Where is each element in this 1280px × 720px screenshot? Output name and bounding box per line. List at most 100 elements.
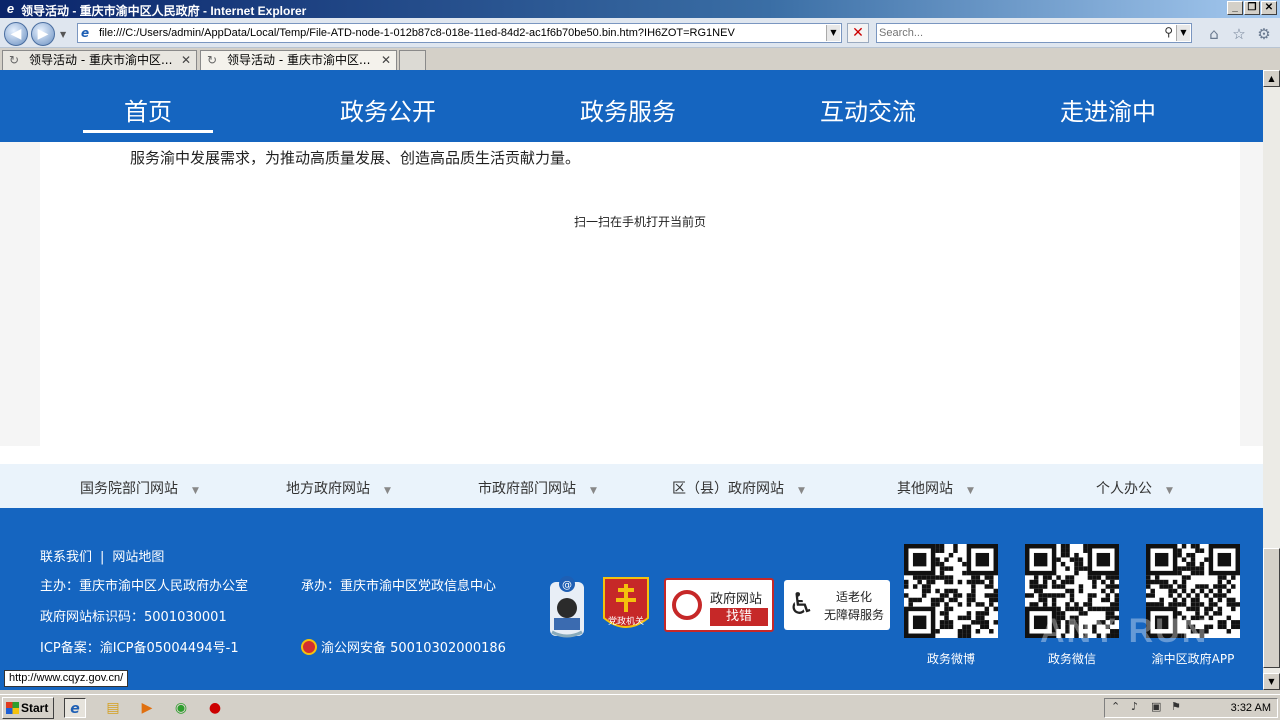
search-icon[interactable]: ⚲ [1164, 25, 1173, 39]
qr-label-wechat[interactable]: 政务微信 [1025, 650, 1119, 667]
tab-1[interactable]: ↻ 领导活动 - 重庆市渝中区... ✕ [2, 50, 197, 70]
network-icon[interactable]: ▣ [1151, 700, 1161, 713]
stop-button[interactable]: ✕ [847, 23, 869, 43]
gov-site-error-report[interactable]: 政府网站 找错 [664, 578, 774, 632]
tray-expand-icon[interactable]: ⌃ [1111, 700, 1120, 713]
links-personal-office[interactable]: 个人办公 ▼ [1096, 478, 1173, 498]
clock[interactable]: 3:32 AM [1231, 702, 1271, 714]
loading-icon: ↻ [9, 53, 20, 67]
home-icon[interactable]: ⌂ [1205, 25, 1223, 43]
address-url[interactable]: file:///C:/Users/admin/AppData/Local/Tem… [99, 27, 735, 39]
cyber-police-icon[interactable]: @ [546, 574, 588, 640]
caret-down-icon: ▼ [590, 486, 597, 496]
page-viewport: 首页 政务公开 政务服务 互动交流 走进渝中 服务渝中发展需求，为推动高质量发展… [0, 70, 1263, 690]
caret-down-icon: ▼ [798, 486, 805, 496]
footer-separator: | [100, 550, 105, 565]
page-scrollbar[interactable]: ▲ ▼ [1263, 70, 1280, 690]
nav-gov-affairs-open[interactable]: 政务公开 [340, 92, 436, 127]
taskbar: Start e ▤ ▶ ◉ ● ⌃ ♪ ▣ ⚑ 3:32 AM [0, 694, 1280, 720]
accessibility-sub: 无障碍服务 [824, 608, 885, 622]
link-label: 市政府部门网站 [478, 481, 576, 497]
links-district-gov[interactable]: 区（县）政府网站 ▼ [672, 478, 805, 498]
caret-down-icon: ▼ [1166, 486, 1173, 496]
qr-label-app[interactable]: 渝中区政府APP [1146, 650, 1240, 667]
nav-about-yuzhong[interactable]: 走进渝中 [1060, 92, 1156, 127]
caret-down-icon: ▼ [192, 486, 199, 496]
article-paragraph: 服务渝中发展需求，为推动高质量发展、创造高品质生活贡献力量。 [130, 149, 581, 167]
favorites-star-icon[interactable]: ☆ [1230, 25, 1248, 43]
party-gov-label: 党政机关 [607, 617, 644, 627]
site-nav: 首页 政务公开 政务服务 互动交流 走进渝中 [0, 70, 1263, 142]
taskbar-ie-icon[interactable]: e [64, 698, 86, 718]
accessibility-service[interactable]: ♿ 适老化 无障碍服务 [784, 580, 890, 630]
footer-icp[interactable]: ICP备案：渝ICP备05004494号-1 [40, 637, 239, 656]
error-report-title: 政府网站 [710, 592, 763, 607]
footer-organizer: 承办：重庆市渝中区党政信息中心 [301, 579, 497, 594]
svg-text:@: @ [562, 580, 572, 591]
tab-label: 领导活动 - 重庆市渝中区... [29, 53, 173, 67]
close-window-button[interactable]: ✕ [1261, 1, 1277, 15]
caret-down-icon: ▼ [384, 486, 391, 496]
footer-site-id: 政府网站标识码：5001030001 [40, 610, 227, 625]
footer-quick-links: 联系我们 | 网站地图 [40, 546, 164, 565]
taskbar-chrome-icon[interactable]: ◉ [170, 698, 192, 718]
caret-down-icon: ▼ [967, 486, 974, 496]
back-button[interactable]: ◀ [4, 22, 28, 46]
nav-interaction[interactable]: 互动交流 [820, 92, 916, 127]
article-content: 服务渝中发展需求，为推动高质量发展、创造高品质生活贡献力量。 扫一扫在手机打开当… [40, 142, 1240, 446]
action-center-flag-icon[interactable]: ⚑ [1171, 700, 1181, 713]
minimize-button[interactable]: _ [1227, 1, 1243, 15]
search-dropdown-icon[interactable]: ▼ [1176, 25, 1190, 41]
anyrun-watermark: ANY RUN [1040, 612, 1209, 650]
nav-active-indicator [83, 130, 213, 133]
page-icon: e [81, 26, 90, 40]
tab-close-icon[interactable]: ✕ [181, 51, 191, 69]
scroll-up-icon[interactable]: ▲ [1263, 70, 1280, 87]
contact-us-link[interactable]: 联系我们 [40, 550, 92, 565]
search-input[interactable] [879, 26, 1149, 40]
footer-police-record[interactable]: 渝公网安备 50010302000186 [301, 637, 506, 656]
taskbar-explorer-icon[interactable]: ▤ [102, 698, 124, 718]
links-municipal-depts[interactable]: 市政府部门网站 ▼ [478, 478, 597, 498]
windows-flag-icon [6, 702, 19, 714]
site-footer: 联系我们 | 网站地图 主办：重庆市渝中区人民政府办公室 承办：重庆市渝中区党政信息… [0, 508, 1263, 690]
volume-icon[interactable]: ♪ [1131, 700, 1138, 713]
scroll-down-icon[interactable]: ▼ [1263, 673, 1280, 690]
search-box[interactable]: ⚲ ▼ [876, 23, 1192, 43]
link-label: 个人办公 [1096, 481, 1152, 497]
tab-2[interactable]: ↻ 领导活动 - 重庆市渝中区... ✕ [200, 50, 397, 70]
nav-gov-services[interactable]: 政务服务 [580, 92, 676, 127]
link-label: 区（县）政府网站 [672, 481, 784, 497]
link-label: 国务院部门网站 [80, 481, 178, 497]
address-bar[interactable]: e file:///C:/Users/admin/AppData/Local/T… [77, 23, 842, 43]
restore-button[interactable]: ❐ [1244, 1, 1260, 15]
tools-gear-icon[interactable]: ⚙ [1255, 25, 1273, 43]
accessibility-title: 适老化 [836, 590, 873, 604]
taskbar-antivirus-icon[interactable]: ● [204, 698, 226, 718]
sitemap-link[interactable]: 网站地图 [112, 550, 164, 565]
nav-home[interactable]: 首页 [124, 92, 172, 127]
party-gov-badge[interactable]: 党政机关 [600, 574, 652, 636]
history-dropdown-icon[interactable]: ▼ [60, 30, 70, 40]
tab-label: 领导活动 - 重庆市渝中区... [227, 53, 371, 67]
wheelchair-icon: ♿ [788, 587, 815, 622]
tab-strip: ↻ 领导活动 - 重庆市渝中区... ✕ ↻ 领导活动 - 重庆市渝中区... … [0, 48, 1280, 70]
address-dropdown-icon[interactable]: ▼ [826, 25, 840, 41]
qr-label-weibo[interactable]: 政务微博 [904, 650, 998, 667]
links-state-council[interactable]: 国务院部门网站 ▼ [80, 478, 199, 498]
loading-icon: ↻ [207, 53, 218, 67]
window-title-bar: e 领导活动 - 重庆市渝中区人民政府 - Internet Explorer … [0, 0, 1280, 18]
link-label: 其他网站 [897, 481, 953, 497]
start-button[interactable]: Start [2, 697, 54, 719]
magnifier-icon [672, 590, 702, 620]
links-other[interactable]: 其他网站 ▼ [897, 478, 974, 498]
links-local-gov[interactable]: 地方政府网站 ▼ [286, 478, 391, 498]
window-title: 领导活动 - 重庆市渝中区人民政府 - Internet Explorer [21, 4, 307, 18]
error-report-sub: 找错 [710, 608, 768, 626]
weibo-qr-code [904, 544, 998, 638]
forward-button[interactable]: ▶ [31, 22, 55, 46]
taskbar-media-player-icon[interactable]: ▶ [136, 698, 158, 718]
new-tab-button[interactable] [399, 50, 426, 70]
tab-close-icon[interactable]: ✕ [381, 51, 391, 69]
scrollbar-thumb[interactable] [1263, 548, 1280, 668]
